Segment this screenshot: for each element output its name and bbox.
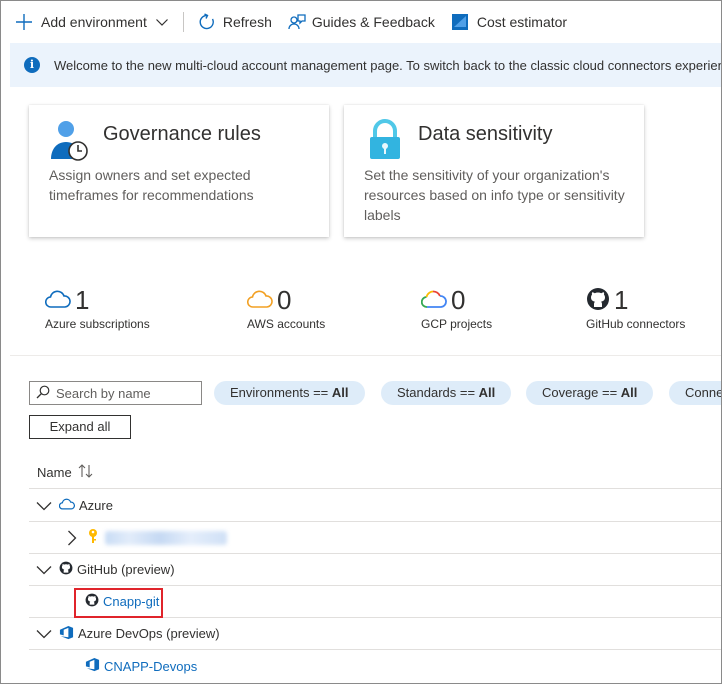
tree-label-azure: Azure <box>79 498 113 513</box>
azure-cloud-icon <box>44 290 71 311</box>
cnapp-git-link[interactable]: Cnapp-git <box>103 594 159 609</box>
standards-filter-value: All <box>478 385 496 400</box>
name-column-header[interactable]: Name <box>29 457 721 489</box>
sort-icon[interactable] <box>78 464 94 481</box>
aws-cloud-icon <box>246 290 273 311</box>
github-icon <box>586 287 610 314</box>
search-icon <box>36 385 50 402</box>
add-environment-label: Add environment <box>41 14 147 30</box>
chevron-down-icon[interactable] <box>35 497 53 515</box>
chevron-down-icon[interactable] <box>35 561 53 579</box>
aws-accounts-label: AWS accounts <box>247 317 326 331</box>
github-connectors-label: GitHub connectors <box>586 317 686 331</box>
connector-filter-label: Conne <box>685 385 722 400</box>
info-icon: i <box>24 57 40 73</box>
add-environment-button[interactable]: Add environment <box>15 1 169 43</box>
search-input[interactable] <box>56 385 196 401</box>
feedback-icon <box>288 13 306 31</box>
redacted-subscription-name <box>105 530 227 545</box>
governance-rules-card[interactable]: Governance rules Assign owners and set e… <box>29 105 329 237</box>
standards-filter-pill[interactable]: Standards == All <box>381 381 512 405</box>
command-bar: Add environment Refresh Guides & Feedbac… <box>1 1 721 43</box>
chevron-right-icon[interactable] <box>63 529 81 547</box>
section-divider <box>10 355 721 356</box>
tree-row-azure-devops[interactable]: Azure DevOps (preview) <box>29 618 721 650</box>
refresh-icon <box>198 13 216 31</box>
gcp-projects-count: 0 <box>451 285 466 315</box>
coverage-filter-label: Coverage == <box>542 385 621 400</box>
governance-rules-description: Assign owners and set expected timeframe… <box>49 167 254 203</box>
cost-estimator-button[interactable]: Cost estimator <box>451 1 567 43</box>
aws-accounts-stat[interactable]: 0 AWS accounts <box>246 285 326 331</box>
environments-filter-pill[interactable]: Environments == All <box>214 381 365 405</box>
data-sensitivity-title: Data sensitivity <box>418 123 553 145</box>
refresh-button[interactable]: Refresh <box>198 1 272 43</box>
cost-estimator-label: Cost estimator <box>476 14 568 30</box>
environments-filter-value: All <box>331 385 349 400</box>
chevron-down-icon[interactable] <box>155 15 169 29</box>
gcp-projects-stat[interactable]: 0 GCP projects <box>420 285 493 331</box>
lock-icon <box>364 119 406 164</box>
info-banner: i Welcome to the new multi-cloud account… <box>10 43 722 87</box>
aws-accounts-count: 0 <box>277 285 292 315</box>
governance-rules-title: Governance rules <box>103 123 261 145</box>
name-column-label: Name <box>37 465 72 480</box>
key-icon <box>87 528 99 547</box>
coverage-filter-pill[interactable]: Coverage == All <box>526 381 654 405</box>
guides-feedback-button[interactable]: Guides & Feedback <box>288 1 435 43</box>
info-banner-text: Welcome to the new multi-cloud account m… <box>54 57 722 73</box>
environments-filter-label: Environments == <box>230 385 332 400</box>
tree-row-github[interactable]: GitHub (preview) <box>29 554 721 586</box>
coverage-filter-value: All <box>620 385 638 400</box>
expand-all-button[interactable]: Expand all <box>29 415 131 439</box>
chevron-down-icon[interactable] <box>35 625 53 643</box>
tree-row-azure[interactable]: Azure <box>29 490 721 522</box>
azure-devops-icon <box>85 657 100 675</box>
search-box[interactable] <box>29 381 202 405</box>
github-connectors-stat[interactable]: 1 GitHub connectors <box>586 285 685 331</box>
github-icon <box>59 561 73 578</box>
data-sensitivity-description: Set the sensitivity of your organization… <box>364 167 625 223</box>
azure-subscriptions-count: 1 <box>75 285 90 315</box>
guides-feedback-label: Guides & Feedback <box>311 14 435 30</box>
azure-cloud-icon <box>58 498 75 513</box>
gcp-projects-label: GCP projects <box>421 317 493 331</box>
azure-subscriptions-stat[interactable]: 1 Azure subscriptions <box>44 285 150 331</box>
plus-icon <box>15 13 33 31</box>
gcp-cloud-icon <box>420 290 447 311</box>
cost-estimator-icon <box>451 13 469 31</box>
github-connectors-count: 1 <box>614 285 629 315</box>
cnapp-devops-link[interactable]: CNAPP-Devops <box>104 659 197 674</box>
github-icon <box>85 593 99 610</box>
tree-row-subscription[interactable] <box>29 522 721 554</box>
page-frame: Add environment Refresh Guides & Feedbac… <box>0 0 722 684</box>
tree-row-cnapp-devops[interactable]: CNAPP-Devops <box>29 650 721 682</box>
refresh-label: Refresh <box>222 14 272 30</box>
azure-devops-icon <box>59 625 74 643</box>
azure-subscriptions-label: Azure subscriptions <box>45 317 150 331</box>
tree-label-github: GitHub (preview) <box>77 562 175 577</box>
governance-user-clock-icon <box>49 119 91 164</box>
connector-filter-pill[interactable]: Conne <box>669 381 722 405</box>
tree-row-cnapp-git[interactable]: Cnapp-git <box>29 586 721 618</box>
data-sensitivity-card[interactable]: Data sensitivity Set the sensitivity of … <box>344 105 644 237</box>
toolbar-separator <box>182 12 184 32</box>
standards-filter-label: Standards == <box>397 385 479 400</box>
tree-label-azure-devops: Azure DevOps (preview) <box>78 626 220 641</box>
